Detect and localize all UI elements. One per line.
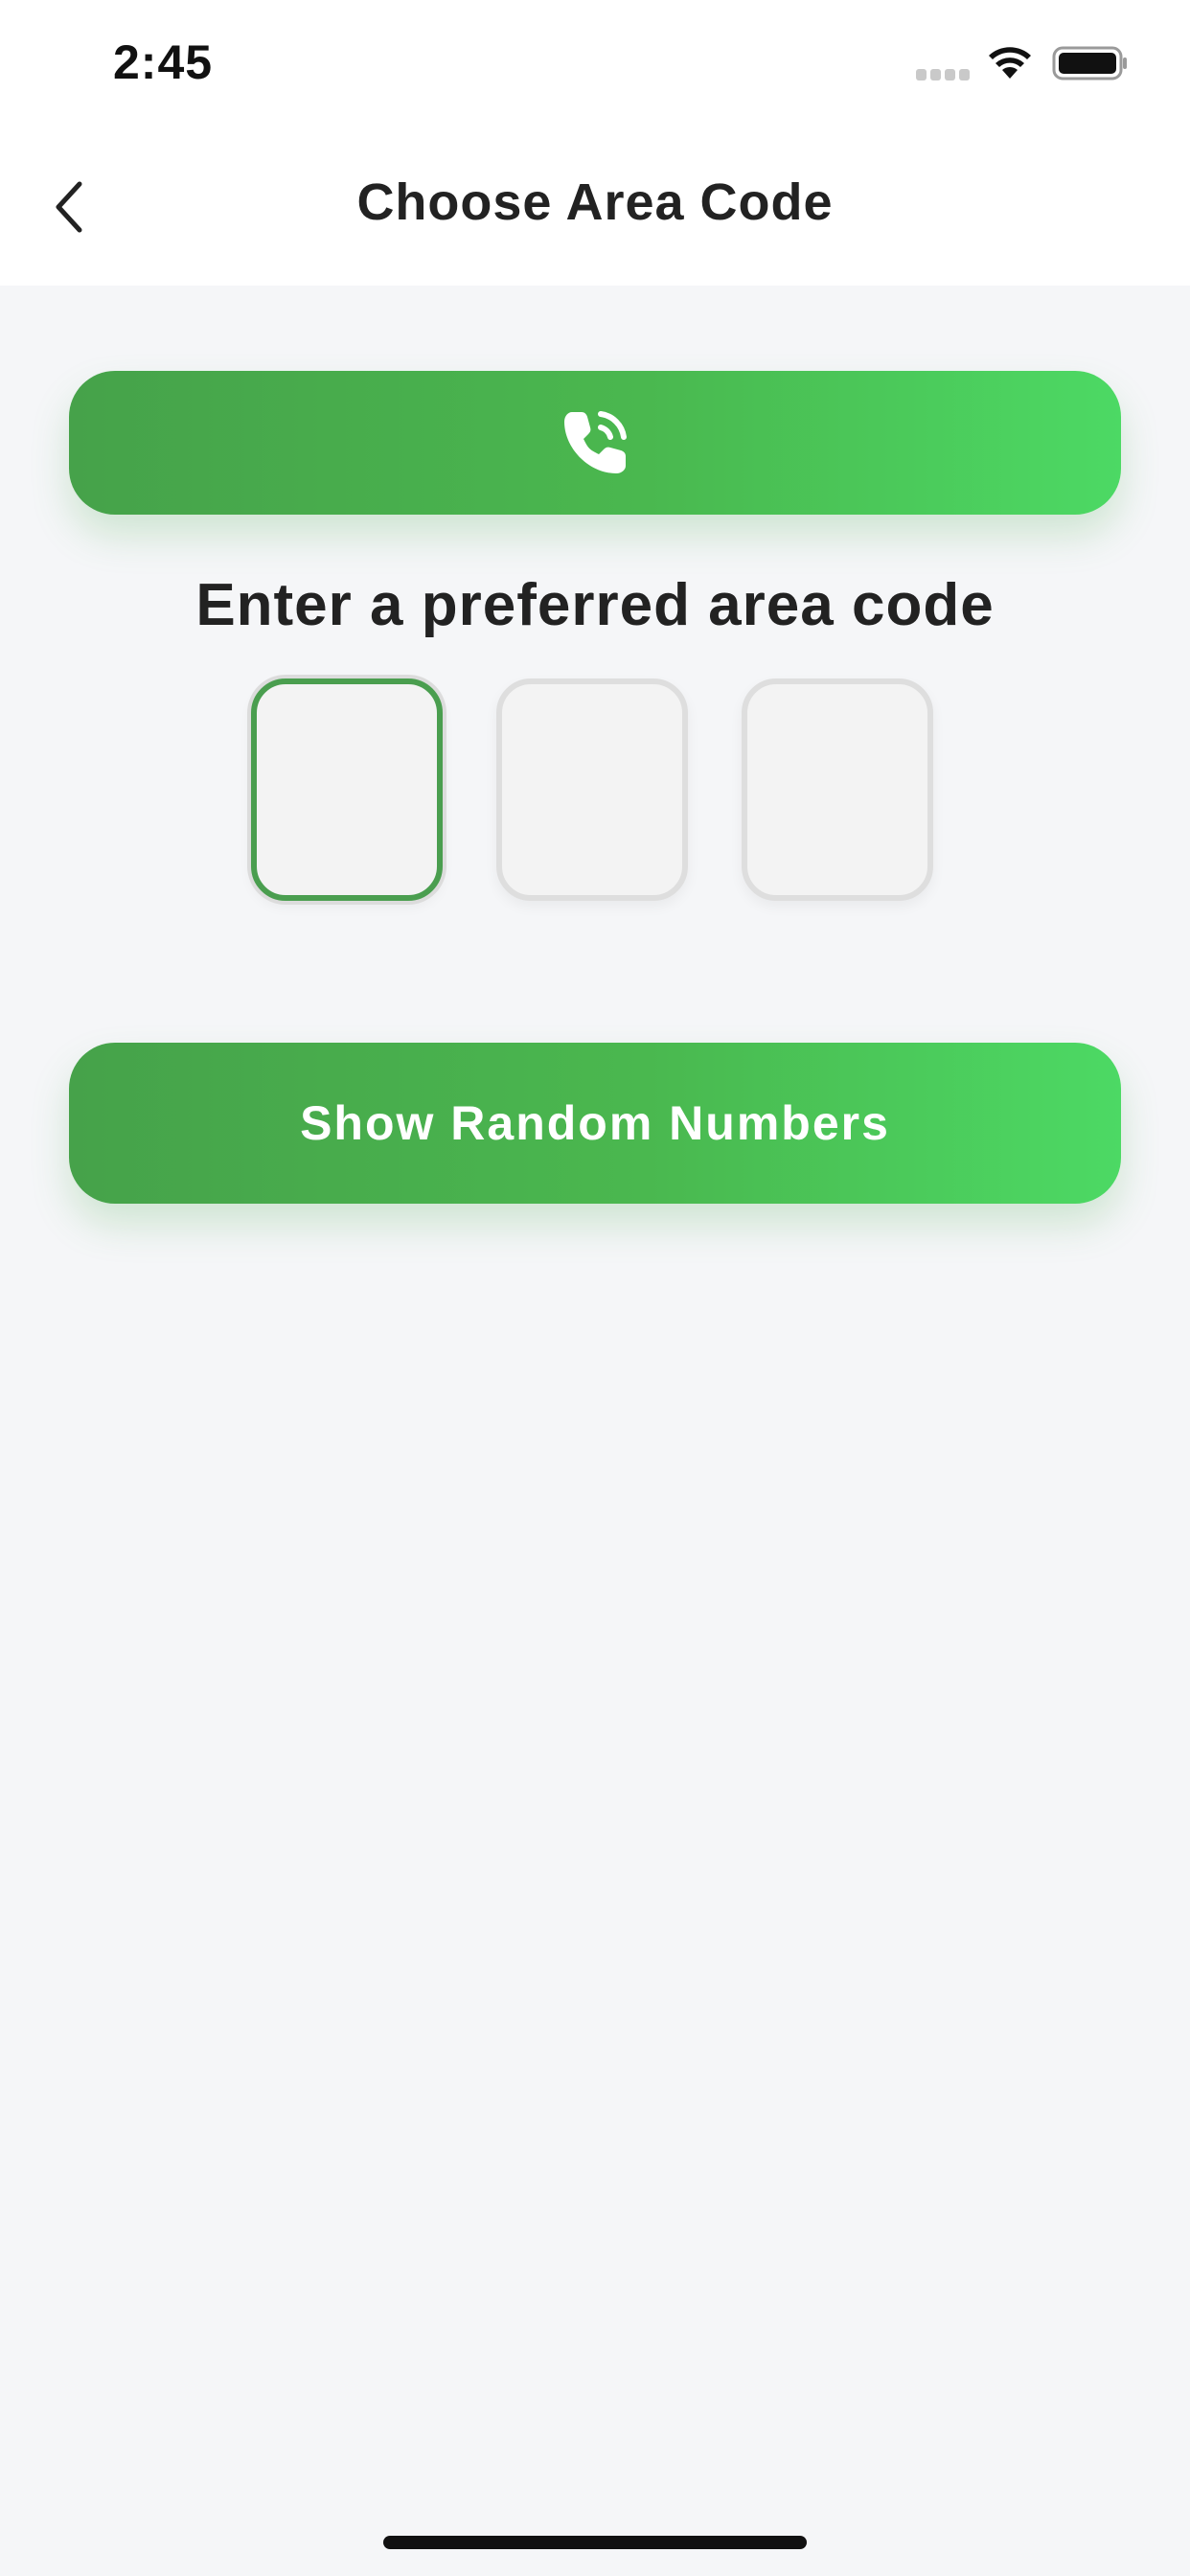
- show-random-numbers-button[interactable]: Show Random Numbers: [69, 1043, 1121, 1204]
- phone-ringing-icon: [564, 411, 627, 473]
- home-indicator: [383, 2536, 807, 2549]
- area-code-digit-2[interactable]: [496, 678, 688, 901]
- cellular-signal-icon: [916, 69, 970, 80]
- call-button[interactable]: [69, 371, 1121, 515]
- status-time: 2:45: [113, 35, 214, 89]
- area-code-prompt: Enter a preferred area code: [195, 572, 995, 638]
- area-code-digit-3[interactable]: [742, 678, 933, 901]
- area-code-digit-1[interactable]: [251, 678, 443, 901]
- page-title: Choose Area Code: [356, 173, 834, 231]
- battery-icon: [1052, 46, 1127, 80]
- wifi-icon: [989, 47, 1031, 79]
- top-bar: 2:45 Choose Area Code: [0, 0, 1190, 286]
- area-code-inputs: [251, 678, 933, 901]
